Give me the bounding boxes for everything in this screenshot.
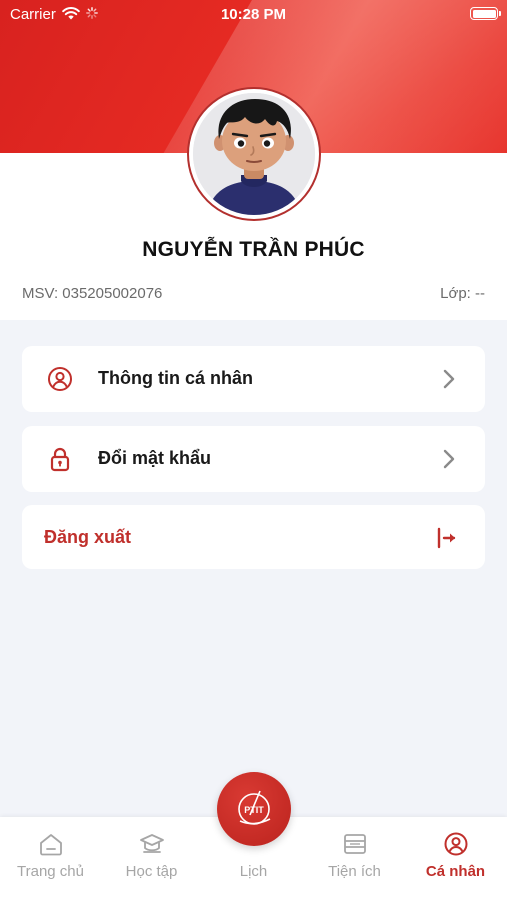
- avatar[interactable]: [187, 87, 321, 221]
- tab-study-label: Học tập: [125, 863, 178, 880]
- tab-utilities-label: Tiện ích: [328, 863, 381, 880]
- battery-icon: [470, 7, 501, 20]
- status-bar: Carrier 10:28 PM: [0, 0, 507, 30]
- graduation-cap-icon: [139, 834, 164, 853]
- personal-info-label: Thông tin cá nhân: [98, 368, 253, 388]
- user-circle-icon: [48, 367, 72, 391]
- tab-schedule-label: Lịch: [239, 863, 268, 880]
- lock-icon: [50, 447, 70, 472]
- logout-button[interactable]: Đăng xuất: [22, 505, 485, 569]
- tab-utilities[interactable]: Tiện ích: [304, 817, 405, 900]
- ptit-center-button[interactable]: PTIT: [217, 772, 291, 846]
- student-id-label: MSV: 035205002076: [22, 285, 163, 302]
- chevron-right-icon: [443, 369, 455, 389]
- logout-label: Đăng xuất: [44, 527, 132, 547]
- tab-home[interactable]: Trang chủ: [0, 817, 101, 900]
- class-label: Lớp: --: [440, 285, 485, 302]
- home-icon: [39, 834, 62, 856]
- ptit-logo-text: PTIT: [244, 805, 264, 815]
- avatar-illustration: [193, 93, 315, 215]
- tab-profile[interactable]: Cá nhân: [405, 817, 506, 900]
- change-password-label: Đổi mật khẩu: [98, 448, 212, 468]
- logout-icon: [437, 527, 456, 549]
- ptit-logo: PTIT: [238, 790, 271, 825]
- utilities-icon: [343, 834, 366, 854]
- change-password-item[interactable]: Đổi mật khẩu: [22, 426, 485, 492]
- student-name: NGUYỄN TRẦN PHÚC: [142, 238, 365, 261]
- personal-info-item[interactable]: Thông tin cá nhân: [22, 346, 485, 412]
- chevron-right-icon: [443, 449, 455, 469]
- tab-study[interactable]: Học tập: [101, 817, 202, 900]
- tab-home-label: Trang chủ: [17, 863, 84, 880]
- status-time: 10:28 PM: [220, 6, 287, 23]
- tab-profile-label: Cá nhân: [425, 863, 486, 880]
- user-circle-icon: [444, 832, 467, 856]
